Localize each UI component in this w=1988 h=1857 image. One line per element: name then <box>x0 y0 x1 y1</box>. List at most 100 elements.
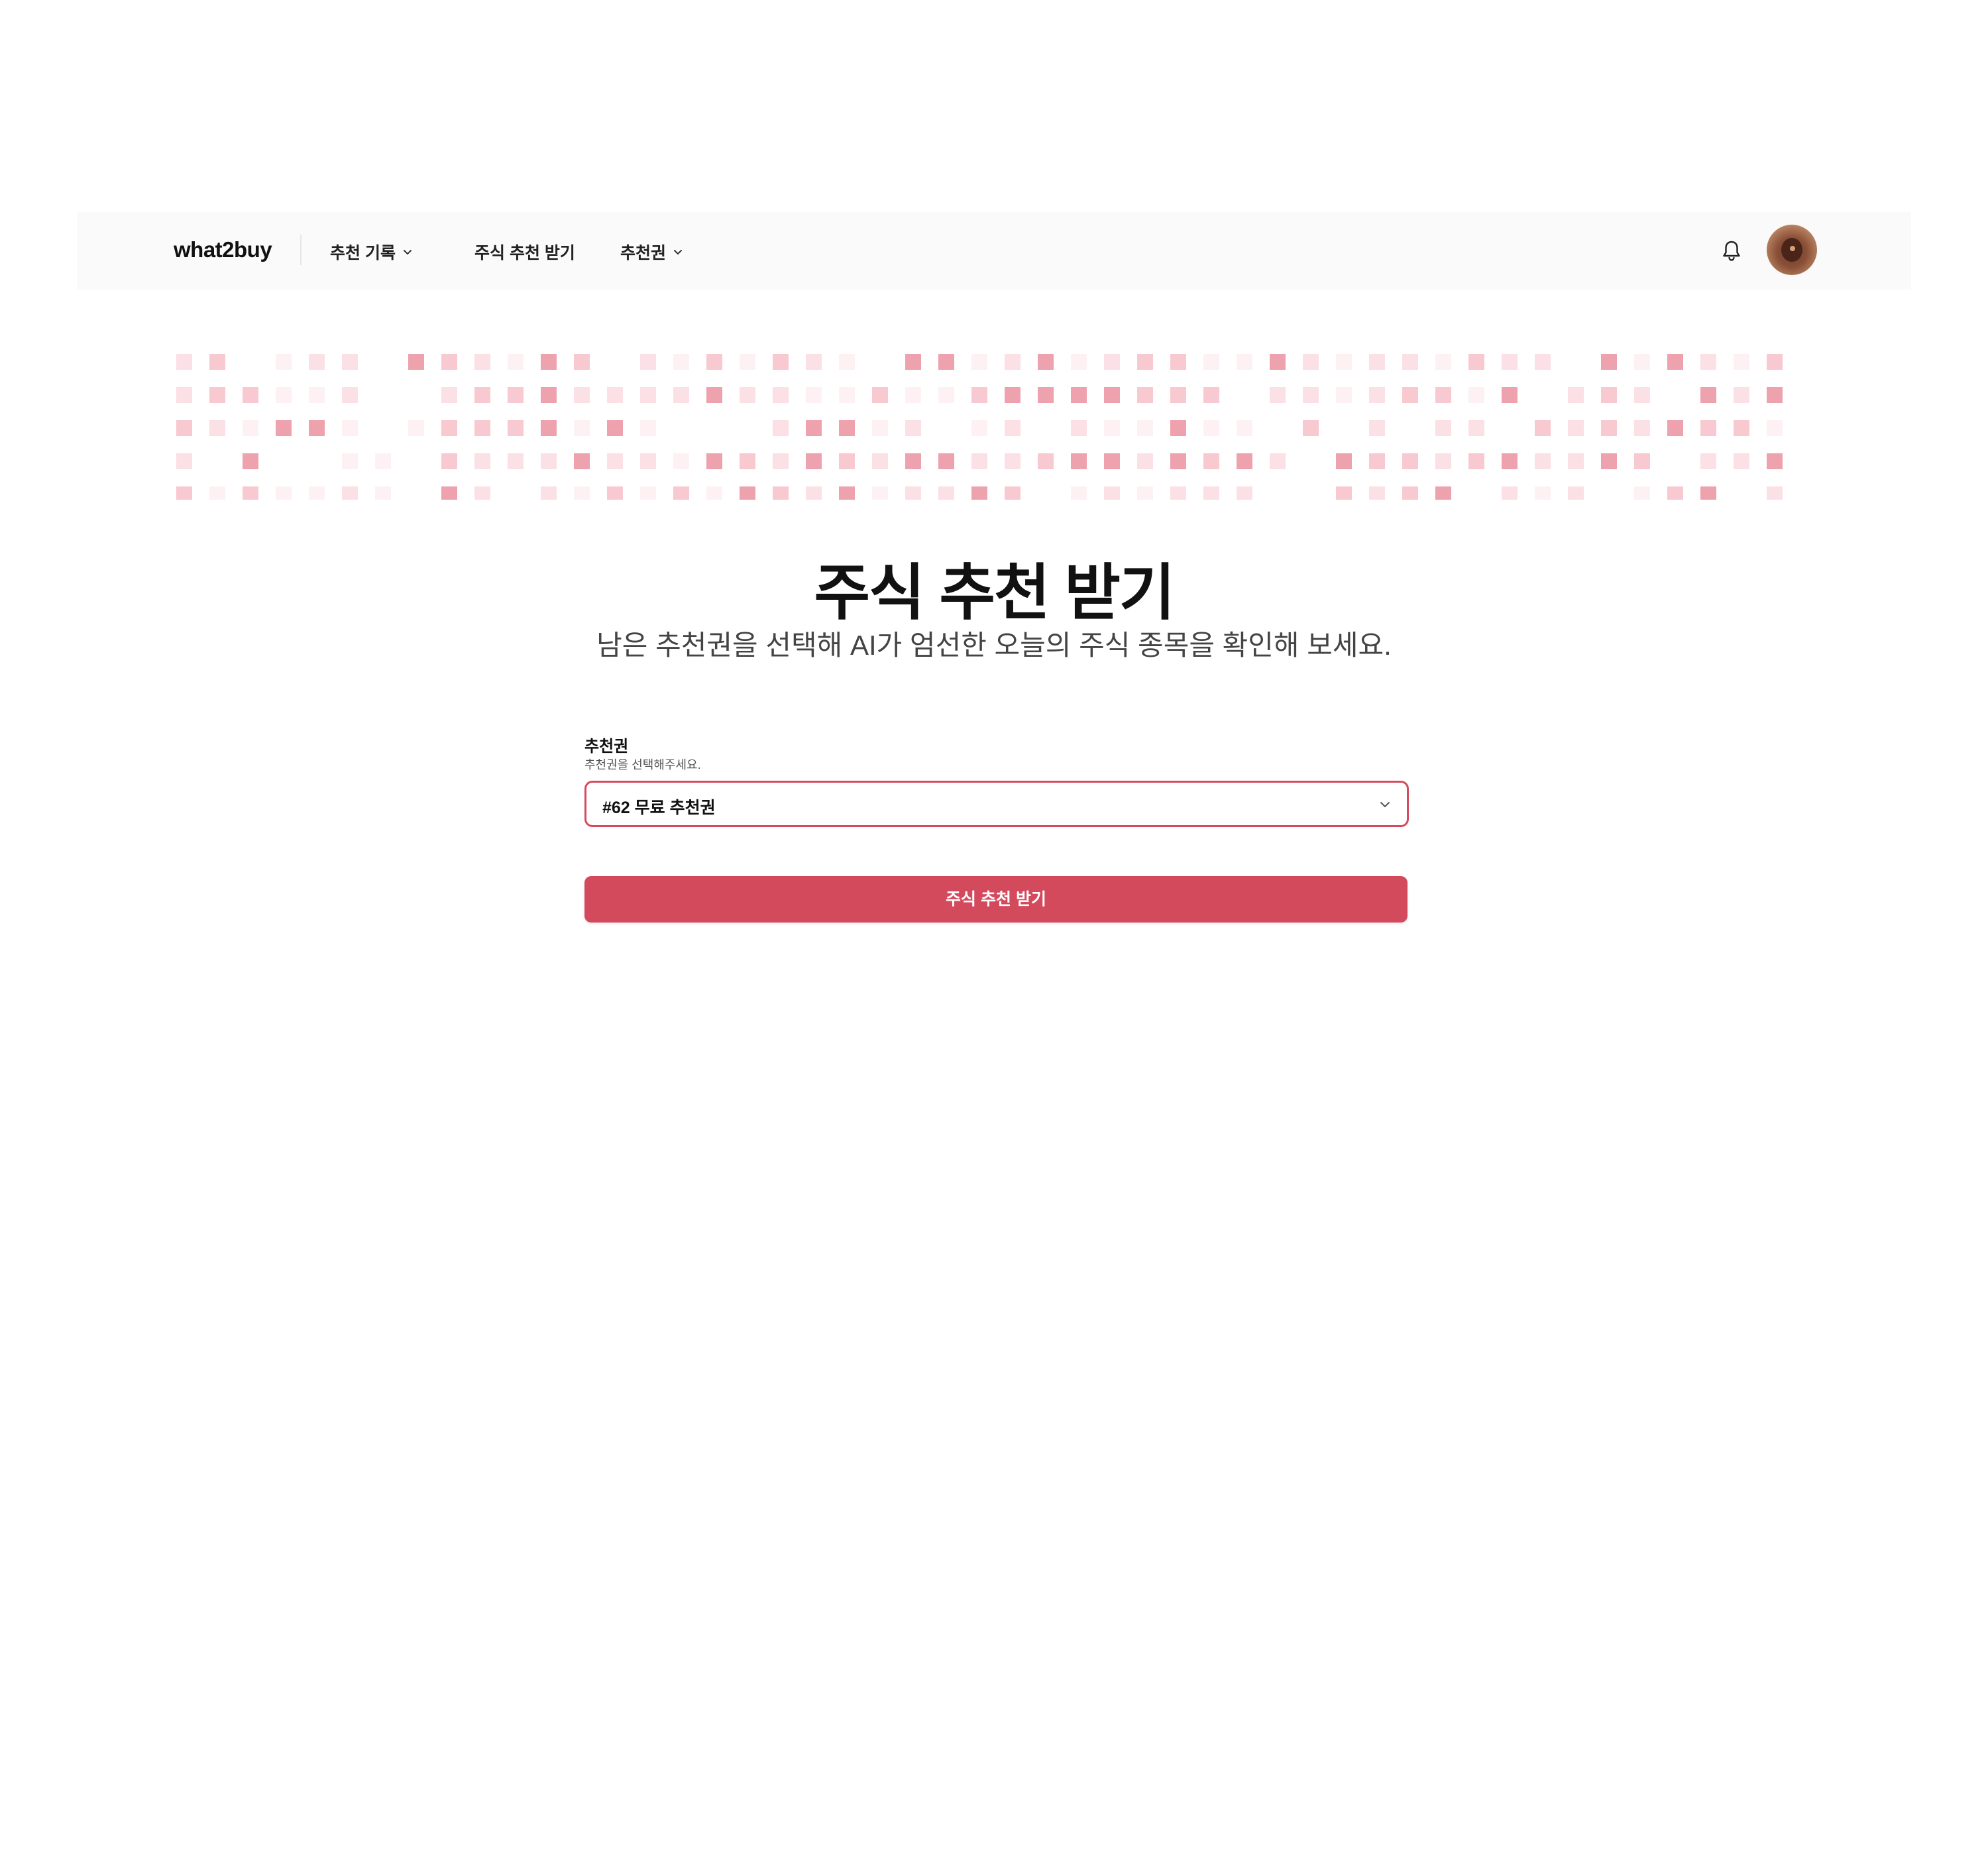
pattern-square <box>938 453 954 469</box>
pattern-square <box>1170 420 1186 436</box>
pattern-square <box>1203 420 1219 436</box>
pattern-square <box>342 387 358 403</box>
user-avatar[interactable] <box>1767 225 1817 275</box>
pattern-square <box>1104 354 1120 370</box>
pattern-square <box>1336 387 1352 403</box>
pattern-square <box>441 354 457 370</box>
pattern-square <box>375 453 391 469</box>
pattern-square <box>243 453 258 469</box>
nav-item-label: 주식 추천 받기 <box>474 244 575 262</box>
pattern-square <box>1038 354 1054 370</box>
pattern-square <box>243 420 258 436</box>
pattern-square <box>1634 420 1650 436</box>
pattern-square <box>209 354 225 370</box>
pattern-square <box>1170 387 1186 403</box>
pattern-square <box>1203 486 1219 500</box>
ticket-field-help: 추천권을 선택해주세요. <box>584 758 701 771</box>
nav-divider <box>300 235 302 265</box>
pattern-square <box>839 486 855 500</box>
decorative-square-pattern <box>176 354 1783 500</box>
pattern-square <box>773 420 789 436</box>
pattern-square <box>872 486 888 500</box>
pattern-square <box>607 453 623 469</box>
pattern-square <box>607 486 623 500</box>
pattern-square <box>1502 486 1518 500</box>
pattern-square <box>1468 387 1484 403</box>
pattern-square <box>1535 420 1551 436</box>
pattern-square <box>1734 354 1749 370</box>
pattern-square <box>209 387 225 403</box>
pattern-square <box>1071 420 1087 436</box>
pattern-square <box>1402 387 1418 403</box>
pattern-square <box>905 420 921 436</box>
pattern-square <box>971 420 987 436</box>
pattern-square <box>1502 387 1518 403</box>
pattern-square <box>872 420 888 436</box>
pattern-square <box>1137 354 1153 370</box>
pattern-square <box>1104 387 1120 403</box>
pattern-square <box>1700 486 1716 500</box>
pattern-square <box>441 486 457 500</box>
pattern-square <box>706 453 722 469</box>
pattern-square <box>1601 453 1617 469</box>
chevron-down-icon <box>1380 802 1390 807</box>
pattern-square <box>441 453 457 469</box>
pattern-square <box>1303 420 1319 436</box>
pattern-square <box>673 486 689 500</box>
pattern-square <box>1270 453 1286 469</box>
pattern-square <box>971 354 987 370</box>
pattern-square <box>541 354 557 370</box>
avatar-detail <box>1790 246 1795 251</box>
pattern-square <box>1435 354 1451 370</box>
pattern-square <box>905 387 921 403</box>
pattern-square <box>474 453 490 469</box>
pattern-square <box>209 486 225 500</box>
pattern-square <box>1038 453 1054 469</box>
pattern-square <box>1667 354 1683 370</box>
pattern-square <box>673 453 689 469</box>
pattern-square <box>872 453 888 469</box>
pattern-square <box>806 354 822 370</box>
pattern-square <box>1700 387 1716 403</box>
pattern-square <box>1634 486 1650 500</box>
pattern-square <box>1071 486 1087 500</box>
pattern-square <box>673 354 689 370</box>
app-logo[interactable]: what2buy <box>174 237 272 262</box>
pattern-square <box>1402 354 1418 370</box>
ticket-select-value: #62 무료 추천권 <box>602 799 716 817</box>
pattern-square <box>1468 453 1484 469</box>
pattern-square <box>1237 420 1252 436</box>
pattern-square <box>1104 453 1120 469</box>
nav-item-recommendation-history[interactable]: 추천 기록 <box>330 240 413 264</box>
nav-item-get-recommendation[interactable]: 주식 추천 받기 <box>474 240 575 264</box>
pattern-square <box>1568 420 1584 436</box>
nav-item-tickets[interactable]: 추천권 <box>620 240 683 264</box>
pattern-square <box>773 486 789 500</box>
pattern-square <box>1369 420 1385 436</box>
pattern-square <box>1137 420 1153 436</box>
pattern-square <box>1634 387 1650 403</box>
pattern-square <box>640 354 656 370</box>
pattern-square <box>1369 354 1385 370</box>
pattern-square <box>1303 387 1319 403</box>
pattern-square <box>276 420 292 436</box>
pattern-square <box>1104 486 1120 500</box>
bell-icon[interactable] <box>1720 239 1743 262</box>
pattern-square <box>1667 420 1683 436</box>
pattern-square <box>176 420 192 436</box>
pattern-square <box>1435 486 1451 500</box>
pattern-square <box>1005 486 1021 500</box>
ticket-select[interactable]: #62 무료 추천권 <box>584 781 1409 827</box>
get-recommendation-button[interactable]: 주식 추천 받기 <box>584 876 1408 923</box>
pattern-square <box>1601 387 1617 403</box>
pattern-square <box>1369 486 1385 500</box>
nav-item-label: 추천권 <box>620 244 667 262</box>
pattern-square <box>508 420 524 436</box>
pattern-square <box>309 486 325 500</box>
pattern-square <box>541 486 557 500</box>
pattern-square <box>508 453 524 469</box>
pattern-square <box>806 486 822 500</box>
pattern-square <box>1535 453 1551 469</box>
pattern-square <box>706 354 722 370</box>
pattern-square <box>209 420 225 436</box>
